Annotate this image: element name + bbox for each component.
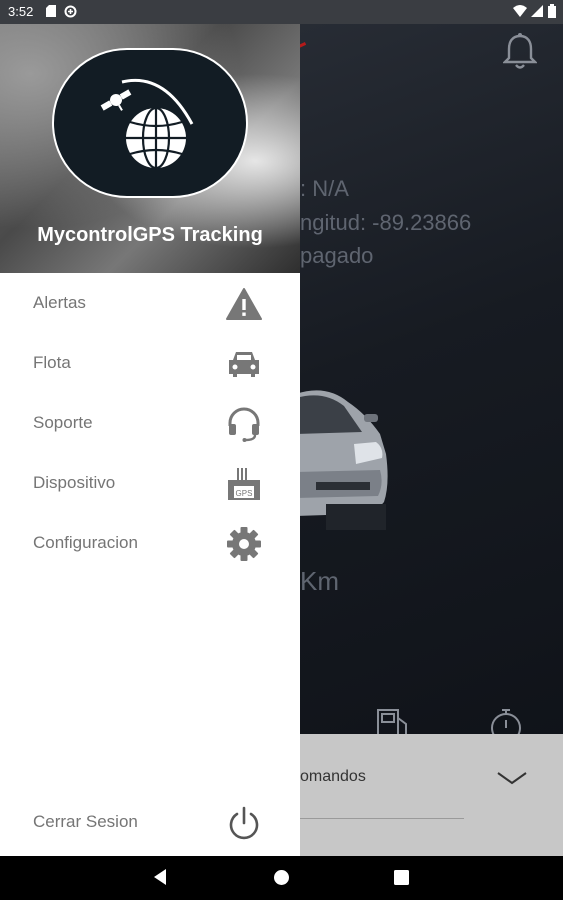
signal-icon <box>531 5 543 20</box>
status-bar: 3:52 <box>0 0 563 24</box>
satellite-globe-icon <box>100 78 194 170</box>
commands-label: omandos <box>300 768 366 785</box>
gps-badge-text: GPS <box>236 489 253 498</box>
menu-item-dispositivo[interactable]: Dispositivo GPS <box>0 453 300 513</box>
gear-icon <box>226 526 262 562</box>
data-saver-icon <box>64 5 77 21</box>
power-icon <box>226 805 262 841</box>
menu-item-flota[interactable]: Flota <box>0 333 300 393</box>
background-longitude-text: ngitud: -89.23866 <box>300 210 472 235</box>
background-distance-text: Km <box>300 566 339 596</box>
menu-item-label: Dispositivo <box>33 473 116 492</box>
system-navigation-bar <box>0 856 563 900</box>
sd-card-icon <box>46 5 56 20</box>
drawer-header: MycontrolGPS Tracking <box>0 24 300 273</box>
app-logo <box>52 48 248 198</box>
wifi-icon <box>513 5 527 20</box>
menu-item-label: Configuracion <box>33 533 138 552</box>
logout-button[interactable]: Cerrar Sesion <box>0 792 300 852</box>
logout-label: Cerrar Sesion <box>33 812 138 831</box>
menu-item-label: Flota <box>33 353 71 372</box>
back-icon[interactable] <box>152 868 168 891</box>
battery-icon <box>548 4 556 21</box>
recents-icon[interactable] <box>394 870 409 890</box>
commands-panel[interactable]: omandos <box>296 734 563 856</box>
background-status-text: : N/A <box>300 176 349 201</box>
background-engine-text: pagado <box>300 243 374 268</box>
car-image <box>296 384 396 539</box>
gps-device-icon: GPS <box>226 466 262 502</box>
menu-item-soporte[interactable]: Soporte <box>0 393 300 453</box>
chevron-down-icon[interactable] <box>496 770 528 791</box>
app-title: MycontrolGPS Tracking <box>37 224 263 246</box>
menu-item-label: Alertas <box>33 293 86 312</box>
home-icon[interactable] <box>273 869 290 891</box>
menu-item-label: Soporte <box>33 413 93 432</box>
warning-icon <box>226 286 262 322</box>
headset-icon <box>226 406 262 442</box>
menu-item-alertas[interactable]: Alertas <box>0 273 300 333</box>
commands-divider <box>296 818 464 819</box>
navigation-drawer: MycontrolGPS Tracking Alertas Flota Sopo… <box>0 24 300 856</box>
bell-icon[interactable] <box>502 32 538 75</box>
menu-item-configuracion[interactable]: Configuracion <box>0 513 300 573</box>
car-icon <box>226 346 262 382</box>
status-time: 3:52 <box>8 4 34 19</box>
